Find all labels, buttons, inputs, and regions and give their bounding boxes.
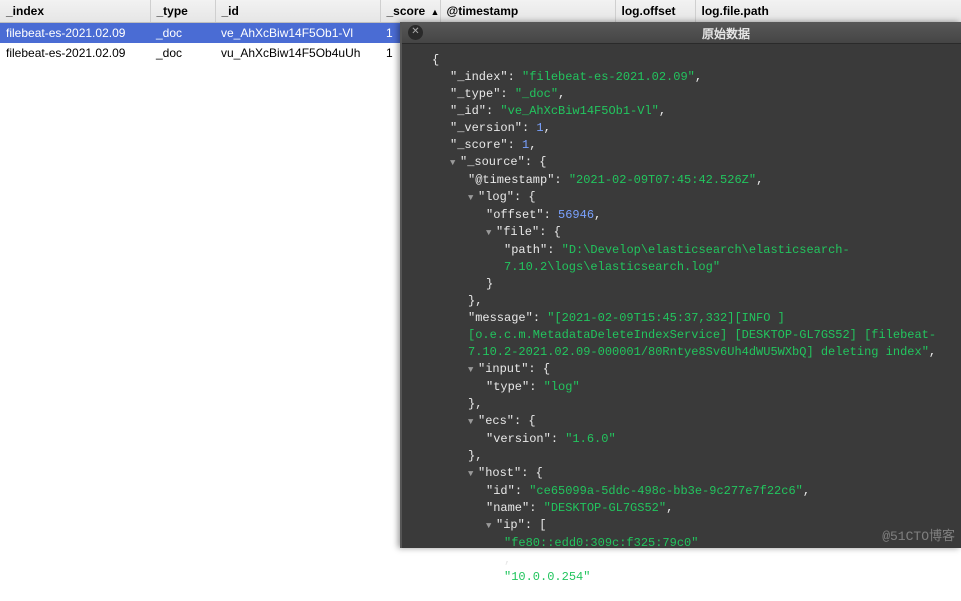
val-id: ve_AhXcBiw14F5Ob1-Vl [508, 104, 652, 118]
cell-index: filebeat-es-2021.02.09 [0, 22, 150, 43]
sort-asc-icon: ▲ [429, 7, 440, 17]
col-header-score-label: _score [387, 4, 426, 18]
chevron-down-icon[interactable]: ▼ [486, 518, 496, 535]
col-header-timestamp[interactable]: @timestamp [440, 0, 615, 22]
close-icon[interactable]: ✕ [408, 25, 423, 40]
val-timestamp: 2021-02-09T07:45:42.526Z [576, 173, 749, 187]
val-type: _doc [522, 87, 551, 101]
raw-panel-title: 原始数据 [702, 25, 750, 42]
table-header: _index _type _id _score ▲ @timestamp log… [0, 0, 961, 22]
val-version: 1 [536, 121, 543, 135]
col-header-index[interactable]: _index [0, 0, 150, 22]
cell-id: vu_AhXcBiw14F5Ob4uUh [215, 43, 380, 63]
val-log-offset: 56946 [558, 208, 594, 222]
raw-panel-header: ✕ 原始数据 [402, 22, 961, 44]
col-header-offset[interactable]: log.offset [615, 0, 695, 22]
val-index: filebeat-es-2021.02.09 [529, 70, 687, 84]
val-host-ip1: 10.0.0.254 [511, 570, 583, 584]
watermark: @51CTO博客 [882, 525, 955, 544]
val-host-id: ce65099a-5ddc-498c-bb3e-9c277e7f22c6 [536, 484, 795, 498]
val-input-type: log [551, 380, 573, 394]
chevron-down-icon[interactable]: ▼ [468, 466, 478, 483]
cell-id: ve_AhXcBiw14F5Ob1-Vl [215, 22, 380, 43]
col-header-score[interactable]: _score ▲ [380, 0, 440, 22]
val-ecs-version: 1.6.0 [572, 432, 608, 446]
chevron-down-icon[interactable]: ▼ [468, 362, 478, 379]
cell-type: _doc [150, 43, 215, 63]
chevron-down-icon[interactable]: ▼ [468, 190, 478, 207]
col-header-path[interactable]: log.file.path [695, 0, 961, 22]
raw-data-panel: ✕ 原始数据 { "_index": "filebeat-es-2021.02.… [400, 22, 961, 548]
cell-type: _doc [150, 22, 215, 43]
cell-index: filebeat-es-2021.02.09 [0, 43, 150, 63]
chevron-down-icon[interactable]: ▼ [450, 155, 460, 172]
chevron-down-icon[interactable]: ▼ [468, 414, 478, 431]
raw-json-body[interactable]: { "_index": "filebeat-es-2021.02.09", "_… [402, 44, 961, 594]
col-header-id[interactable]: _id [215, 0, 380, 22]
val-host-name: DESKTOP-GL7GS52 [551, 501, 659, 515]
col-header-type[interactable]: _type [150, 0, 215, 22]
chevron-down-icon[interactable]: ▼ [486, 225, 496, 242]
